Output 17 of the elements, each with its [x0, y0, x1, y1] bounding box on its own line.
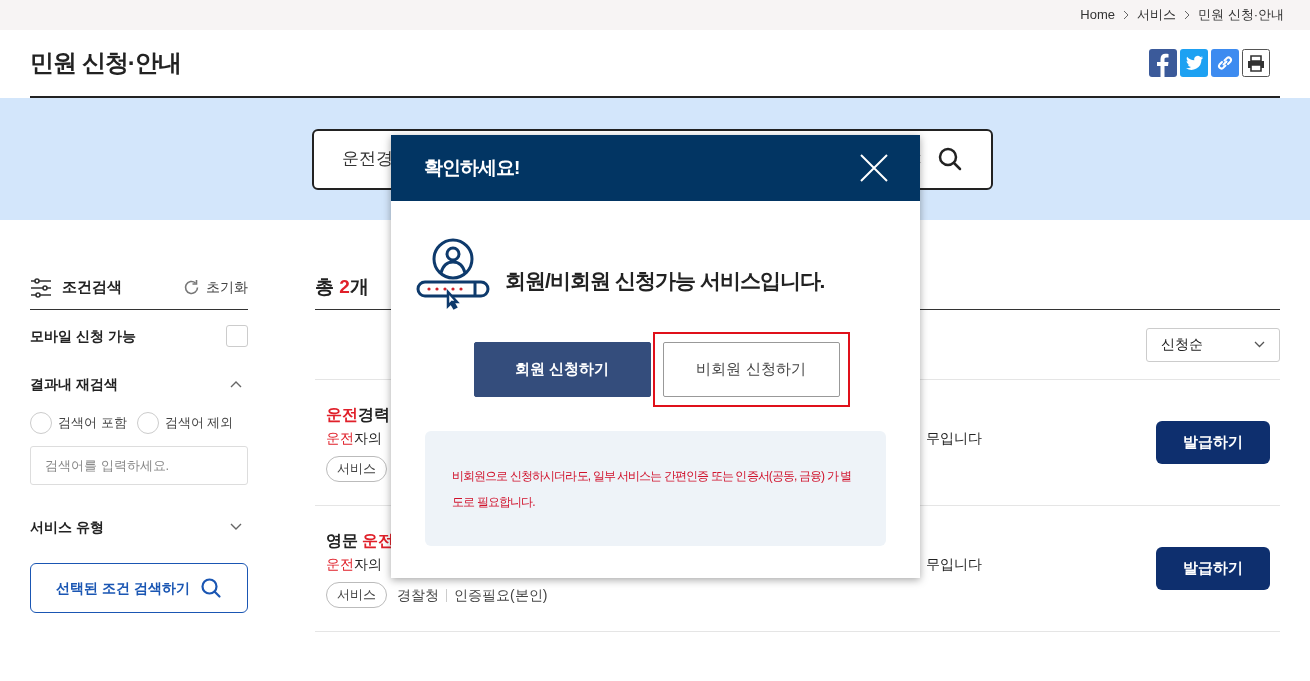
- radio-label: 검색어 제외: [164, 414, 234, 433]
- section-title: 서비스 유형: [30, 517, 104, 537]
- filter-title: 조건검색: [62, 277, 122, 298]
- result-description: 운전자의: [326, 429, 382, 448]
- dialog-message: 회원/비회원 신청가능 서비스입니다.: [505, 268, 825, 295]
- meta-text: 경찰청: [397, 585, 439, 605]
- radio-label: 검색어 포함: [58, 414, 127, 433]
- meta-text: 인증필요(본인): [454, 585, 548, 605]
- result-description: 무입니다: [926, 555, 982, 574]
- dialog-title: 확인하세요!: [424, 155, 520, 180]
- notice-text: 비회원으로 신청하시더라도, 일부 서비스는 간편인증 또는 인증서(공동, 금융) 가 별도로 필요합니다.: [452, 467, 853, 511]
- page-title: 민원 신청·안내: [30, 48, 181, 78]
- result-description: 무입니다: [926, 429, 982, 448]
- result-description: 운전자의: [326, 555, 382, 574]
- section-title: 결과내 재검색: [30, 374, 118, 394]
- mobile-filter-label: 모바일 신청 가능: [30, 326, 136, 346]
- result-count: 총 2개: [315, 275, 369, 300]
